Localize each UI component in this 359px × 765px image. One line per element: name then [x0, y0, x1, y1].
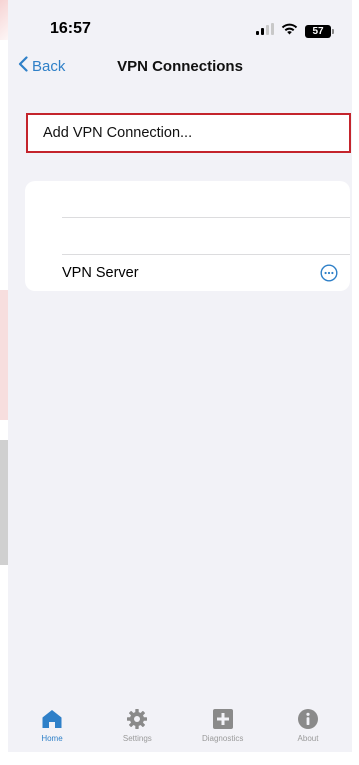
list-item-label: VPN Server	[62, 265, 139, 281]
add-vpn-connection-label: Add VPN Connection...	[43, 125, 193, 141]
list-item[interactable]	[25, 218, 350, 254]
status-time: 16:57	[50, 20, 91, 37]
battery-level: 57	[305, 24, 331, 38]
tab-label: Home	[41, 734, 63, 743]
home-icon	[41, 704, 63, 730]
wifi-icon	[281, 22, 298, 40]
tab-bar: Home Settings Diagnostics About	[8, 704, 352, 752]
status-icons: 57	[256, 22, 334, 40]
info-icon	[297, 704, 319, 730]
app-screen: 16:57 57 Back VPN Connections Add VPN Co…	[8, 0, 352, 752]
more-options-icon[interactable]	[320, 264, 338, 287]
tab-diagnostics[interactable]: Diagnostics	[193, 704, 253, 752]
plus-box-icon	[212, 704, 234, 730]
list-item[interactable]	[25, 181, 350, 217]
gear-icon	[126, 704, 148, 730]
add-vpn-connection-button[interactable]: Add VPN Connection...	[26, 113, 351, 153]
tab-label: Diagnostics	[201, 734, 244, 743]
status-bar: 16:57 57	[8, 0, 352, 44]
vpn-connection-list: VPN Server	[25, 181, 350, 291]
tab-label: Settings	[122, 734, 152, 743]
list-item-vpn-server[interactable]: VPN Server	[25, 255, 350, 291]
tab-about[interactable]: About	[278, 704, 338, 752]
page-title: VPN Connections	[117, 58, 243, 75]
cellular-signal-icon	[256, 22, 274, 40]
tab-home[interactable]: Home	[22, 704, 82, 752]
tab-label: About	[297, 734, 319, 743]
battery-icon: 57	[305, 24, 334, 38]
tab-settings[interactable]: Settings	[107, 704, 167, 752]
navigation-bar: Back VPN Connections	[8, 48, 352, 84]
